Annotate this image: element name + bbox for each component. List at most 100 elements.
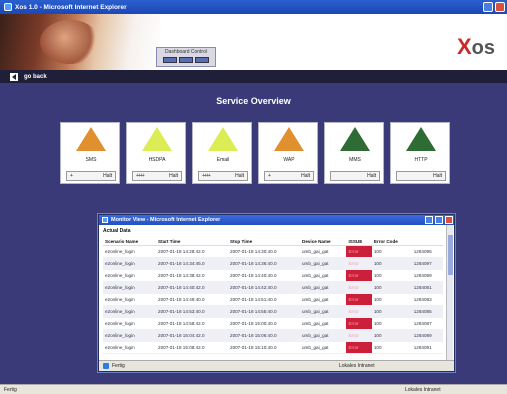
table-cell: 100 [371, 293, 412, 306]
service-name: HTTP [414, 157, 428, 163]
ie-icon [102, 217, 108, 223]
status-triangle-icon [340, 127, 370, 151]
dashboard-control-label: Dashboard Control [165, 49, 207, 55]
table-row[interactable]: e2online_login 2007-01-18 14:40:42.0 2007-… [103, 281, 443, 294]
table-cell: 2007-01-18 14:58:42.0 [156, 317, 229, 330]
table-cell: 100 [371, 281, 412, 294]
status-triangle-icon [142, 127, 172, 151]
monitor-status-text: Fertig [112, 363, 125, 369]
maximize-button[interactable] [435, 216, 443, 224]
table-cell: umb_gai_gat [300, 329, 347, 342]
page-title: Service Overview [216, 96, 291, 106]
dashboard-button-2[interactable] [179, 57, 193, 63]
table-row[interactable]: e2online_login 2007-01-18 14:34:45.0 2007-… [103, 257, 443, 270]
table-cell: 1284087 [411, 317, 443, 330]
column-header[interactable] [411, 238, 443, 246]
service-dots: + [268, 173, 271, 179]
service-status-text: Halt [433, 173, 442, 179]
go-back-link[interactable]: go back [24, 74, 47, 80]
table-cell: 2007-01-18 15:06:40.0 [228, 329, 300, 342]
maximize-button[interactable] [483, 2, 493, 12]
column-header[interactable]: ISSUE [346, 238, 372, 246]
table-row[interactable]: e2online_login 2007-01-18 14:38:42.0 2007-… [103, 269, 443, 282]
service-tile[interactable]: HSDPA ++++ Halt [126, 122, 186, 184]
vertical-scrollbar[interactable] [446, 225, 453, 362]
close-button[interactable] [445, 216, 453, 224]
table-cell: e2online_login [103, 281, 157, 294]
service-tile[interactable]: Email ++++ Halt [192, 122, 252, 184]
table-row[interactable]: e2online_login 2007-01-18 14:28:42.0 2007-… [103, 245, 443, 258]
table-cell: 2007-01-18 15:04:42.0 [156, 329, 229, 342]
issue-cell: Error [346, 293, 372, 306]
table-row[interactable]: e2online_login 2007-01-18 14:58:42.0 2007-… [103, 317, 443, 330]
table-header-row: Scenario Name Start Time Stop Time Device N… [103, 238, 443, 246]
status-triangle-icon [406, 127, 436, 151]
service-tile[interactable]: SMS + Halt [60, 122, 120, 184]
dashboard-button-1[interactable] [163, 57, 177, 63]
column-header[interactable]: Error Code [371, 238, 412, 246]
table-cell: umb_gai_gat [300, 245, 347, 258]
back-arrow-icon[interactable] [10, 72, 18, 81]
service-status-text: Halt [103, 173, 112, 179]
column-header[interactable]: Stop Time [228, 238, 300, 246]
table-cell: e2online_login [103, 341, 157, 354]
table-cell: 100 [371, 245, 412, 258]
table-cell: 100 [371, 269, 412, 282]
service-status: Halt [330, 171, 380, 181]
table-cell: 2007-01-18 14:40:40.0 [228, 269, 300, 282]
issue-cell: Error [346, 329, 372, 342]
dashboard-control: Dashboard Control [156, 47, 216, 67]
issue-cell: Error [346, 257, 372, 270]
table-row[interactable]: e2online_login 2007-01-18 14:53:40.0 2007-… [103, 305, 443, 318]
service-name: Email [216, 157, 230, 163]
issue-cell: Error [346, 317, 372, 330]
service-status: + Halt [264, 171, 314, 181]
table-cell: umb_gai_gat [300, 317, 347, 330]
issue-cell: Error [346, 341, 372, 354]
issue-cell: Error [346, 305, 372, 318]
service-status: ++++ Halt [198, 171, 248, 181]
column-header[interactable]: Device Name [300, 238, 347, 246]
table-cell: 1284091 [411, 341, 443, 354]
column-header[interactable]: Scenario Name [103, 238, 157, 246]
column-header[interactable]: Start Time [156, 238, 229, 246]
table-cell: e2online_login [103, 257, 157, 270]
table-row[interactable]: e2online_login 2007-01-18 14:49:40.0 2007-… [103, 293, 443, 306]
monitor-table: Scenario Name Start Time Stop Time Device N… [103, 238, 443, 354]
service-status: Halt [396, 171, 446, 181]
table-cell: umb_gai_gat [300, 293, 347, 306]
table-cell: 1284089 [411, 329, 443, 342]
issue-cell: Error [346, 269, 372, 282]
table-cell: 100 [371, 257, 412, 270]
table-cell: 2007-01-18 14:53:40.0 [156, 305, 229, 318]
table-cell: 2007-01-18 14:34:45.0 [156, 257, 229, 270]
service-tile[interactable]: WAP + Halt [258, 122, 318, 184]
minimize-button[interactable] [425, 216, 433, 224]
service-status: + Halt [66, 171, 116, 181]
table-cell: umb_gai_gat [300, 281, 347, 294]
service-tile[interactable]: HTTP Halt [390, 122, 450, 184]
table-row[interactable]: e2online_login 2007-01-18 15:04:42.0 2007-… [103, 329, 443, 342]
close-button[interactable] [495, 2, 505, 12]
service-dots: ++++ [136, 173, 145, 179]
table-cell: 2007-01-18 14:42:40.0 [228, 281, 300, 294]
table-cell: 100 [371, 305, 412, 318]
table-cell: 1284085 [411, 305, 443, 318]
scroll-thumb[interactable] [448, 235, 453, 275]
service-name: WAP [283, 157, 295, 163]
service-tile[interactable]: MMS Halt [324, 122, 384, 184]
browser-title-bar: Xos 1.0 - Microsoft Internet Explorer [0, 0, 507, 14]
table-cell: 2007-01-18 14:38:42.0 [156, 269, 229, 282]
ie-icon [4, 3, 12, 11]
table-cell: 1284097 [411, 257, 443, 270]
status-triangle-icon [208, 127, 238, 151]
table-row[interactable]: e2online_login 2007-01-18 15:08:42.0 2007-… [103, 341, 443, 354]
table-cell: umb_gai_gat [300, 341, 347, 354]
browser-status-bar: Fertig Lokales Intranet [0, 384, 507, 394]
table-cell: 2007-01-18 14:49:40.0 [156, 293, 229, 306]
service-dots: ++++ [202, 173, 211, 179]
service-name: MMS [349, 157, 361, 163]
table-cell: e2online_login [103, 269, 157, 282]
dashboard-button-3[interactable] [195, 57, 209, 63]
service-status: ++++ Halt [132, 171, 182, 181]
